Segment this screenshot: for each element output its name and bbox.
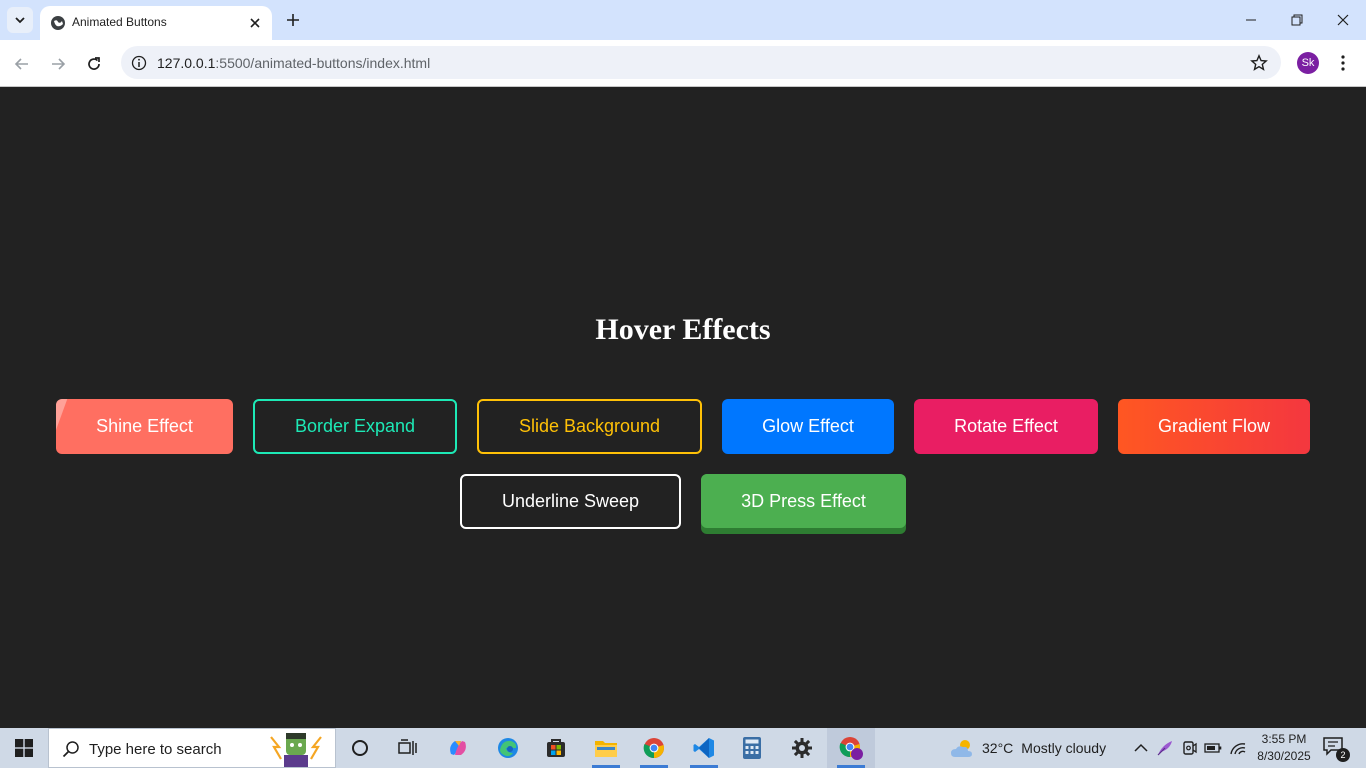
site-info-button[interactable] (129, 53, 149, 73)
task-view-icon (398, 739, 417, 755)
taskbar-app-edge[interactable] (484, 728, 532, 768)
chevron-up-icon (1134, 743, 1148, 752)
close-icon (250, 18, 260, 28)
3d-press-effect-button[interactable]: 3D Press Effect (701, 474, 906, 534)
browser-menu-button[interactable] (1333, 52, 1353, 74)
taskbar-app-chrome[interactable] (630, 728, 678, 768)
shine-effect-button[interactable]: Shine Effect (56, 399, 233, 454)
back-button[interactable] (10, 52, 34, 76)
arrow-right-icon (52, 58, 66, 70)
task-view-button[interactable] (384, 728, 432, 768)
rotate-effect-button[interactable]: Rotate Effect (914, 399, 1098, 454)
window-close-button[interactable] (1320, 0, 1366, 40)
chrome-icon (643, 738, 664, 759)
battery-icon (1204, 743, 1222, 753)
border-expand-button[interactable]: Border Expand (253, 399, 457, 454)
plus-icon (287, 14, 299, 26)
info-icon (131, 55, 147, 71)
glow-effect-button[interactable]: Glow Effect (722, 399, 894, 454)
start-button[interactable] (0, 728, 48, 768)
browser-toolbar: 127.0.0.1:5500/animated-buttons/index.ht… (0, 40, 1366, 87)
url-path: :5500/animated-buttons/index.html (215, 55, 431, 71)
notification-count-badge: 2 (1336, 748, 1350, 762)
restore-button[interactable] (1274, 0, 1320, 40)
network-button[interactable] (1228, 738, 1248, 758)
taskbar-app-store[interactable] (532, 728, 580, 768)
slide-background-button[interactable]: Slide Background (477, 399, 702, 454)
weather-widget[interactable]: 32°C Mostly cloudy (950, 728, 1106, 768)
minimize-button[interactable] (1228, 0, 1274, 40)
gradient-flow-button[interactable]: Gradient Flow (1118, 399, 1310, 454)
store-icon (547, 739, 565, 757)
clock-date: 8/30/2025 (1257, 749, 1311, 763)
pen-tray-button[interactable] (1155, 738, 1175, 758)
wifi-icon (1230, 743, 1246, 755)
vscode-icon (693, 738, 714, 758)
taskbar-search-box[interactable]: Type here to search (48, 728, 336, 768)
url-text: 127.0.0.1:5500/animated-buttons/index.ht… (157, 55, 430, 71)
page-viewport: Hover Effects Shine Effect Border Expand… (0, 87, 1366, 728)
weather-condition: Mostly cloudy (1021, 740, 1107, 756)
taskbar-clock[interactable]: 3:55 PM 8/30/2025 (1254, 731, 1314, 765)
search-icon (61, 739, 81, 759)
cortana-button[interactable] (336, 728, 384, 768)
taskbar-app-settings[interactable] (778, 728, 826, 768)
taskbar-app-chrome-profile[interactable] (827, 728, 875, 768)
weather-temperature: 32°C (982, 740, 1014, 756)
address-bar[interactable]: 127.0.0.1:5500/animated-buttons/index.ht… (121, 46, 1281, 79)
browser-tab-strip: Animated Buttons (0, 0, 1366, 40)
reload-icon (88, 57, 100, 70)
reload-button[interactable] (82, 52, 106, 76)
profile-avatar[interactable]: Sk (1297, 52, 1319, 74)
close-icon (1337, 14, 1349, 26)
taskbar-app-copilot[interactable] (434, 728, 482, 768)
notification-center-button[interactable]: 2 (1322, 736, 1350, 762)
page-heading: Hover Effects (595, 313, 771, 346)
calculator-icon (743, 737, 761, 759)
tab-search-button[interactable] (7, 7, 33, 33)
taskbar-app-vscode[interactable] (680, 728, 728, 768)
show-hidden-icons-button[interactable] (1131, 738, 1151, 758)
globe-icon (51, 16, 65, 30)
meet-now-button[interactable] (1179, 738, 1199, 758)
more-vertical-icon (1341, 55, 1345, 71)
partly-cloudy-icon (951, 740, 972, 757)
windows-logo-icon (15, 739, 33, 757)
edge-icon (498, 738, 518, 758)
url-host: 127.0.0.1 (157, 55, 216, 71)
restore-icon (1291, 14, 1303, 26)
search-highlight-icon (270, 733, 322, 767)
chrome-profile-icon (839, 737, 863, 760)
battery-button[interactable] (1203, 738, 1223, 758)
feather-pen-icon (1157, 741, 1172, 756)
taskbar: Type here to search 32°C Mostly cloudy 3… (0, 728, 1366, 768)
browser-tab[interactable]: Animated Buttons (40, 6, 272, 40)
cortana-circle-icon (352, 740, 368, 756)
taskbar-app-file-explorer[interactable] (582, 728, 630, 768)
tab-title: Animated Buttons (72, 15, 167, 29)
3d-press-effect-label: 3D Press Effect (701, 474, 906, 528)
forward-button[interactable] (46, 52, 70, 76)
gear-icon (792, 738, 812, 758)
tab-close-button[interactable] (246, 14, 264, 32)
star-icon (1250, 54, 1268, 71)
device-icon (1183, 741, 1197, 755)
copilot-icon (450, 741, 466, 755)
chevron-down-icon (15, 17, 25, 24)
bookmark-button[interactable] (1249, 53, 1269, 73)
underline-sweep-button[interactable]: Underline Sweep (460, 474, 681, 529)
new-tab-button[interactable] (282, 9, 304, 31)
search-placeholder: Type here to search (89, 741, 222, 758)
minimize-icon (1246, 19, 1256, 21)
folder-icon (595, 741, 617, 757)
arrow-left-icon (14, 58, 28, 70)
clock-time: 3:55 PM (1261, 732, 1307, 746)
taskbar-app-calculator[interactable] (728, 728, 776, 768)
